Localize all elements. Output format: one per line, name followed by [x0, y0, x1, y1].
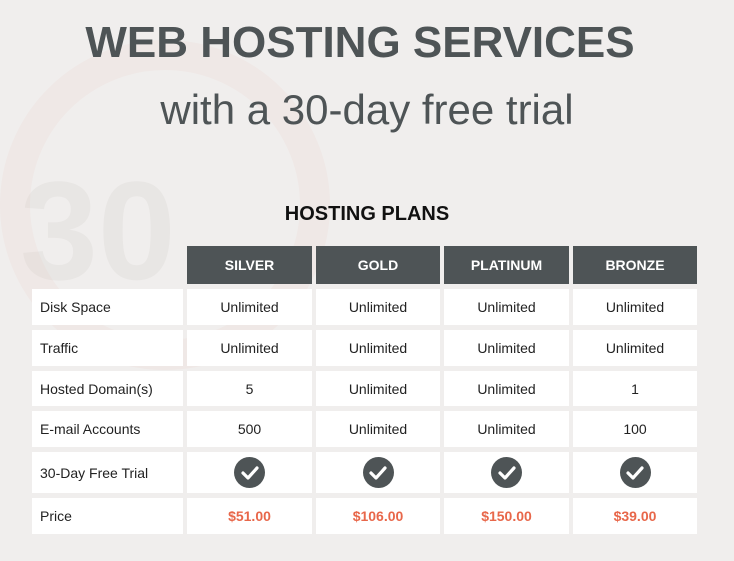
row-label: 30-Day Free Trial: [32, 452, 183, 493]
table-cell: Unlimited: [316, 330, 440, 366]
plan-header-gold: GOLD: [316, 246, 440, 284]
table-cell: 100: [573, 411, 697, 447]
table-cell: Unlimited: [187, 289, 312, 325]
row-label: Traffic: [32, 330, 183, 366]
header-blank: [32, 246, 183, 284]
table-cell: Unlimited: [316, 289, 440, 325]
check-cell: [573, 452, 697, 493]
table-cell: 1: [573, 371, 697, 406]
table-cell: Unlimited: [573, 289, 697, 325]
check-cell: [316, 452, 440, 493]
check-circle-icon: [491, 457, 522, 488]
plan-header-platinum: PLATINUM: [444, 246, 569, 284]
price-value: $39.00: [573, 498, 697, 534]
hosting-plans-table: SILVER GOLD PLATINUM BRONZE Disk Space Unlimi…: [32, 246, 697, 534]
table-cell: Unlimited: [444, 411, 569, 447]
table-title: HOSTING PLANS: [284, 203, 450, 225]
plan-header-silver: SILVER: [187, 246, 312, 284]
table-cell: Unlimited: [316, 411, 440, 447]
price-value: $106.00: [316, 498, 440, 534]
table-cell: 5: [187, 371, 312, 406]
row-label: Price: [32, 498, 183, 534]
table-cell: Unlimited: [444, 330, 569, 366]
page-subtitle: with a 30-day free trial: [160, 86, 574, 133]
table-cell: Unlimited: [316, 371, 440, 406]
price-value: $51.00: [187, 498, 312, 534]
table-cell: Unlimited: [187, 330, 312, 366]
row-label: Disk Space: [32, 289, 183, 325]
price-value: $150.00: [444, 498, 569, 534]
table-cell: 500: [187, 411, 312, 447]
check-circle-icon: [619, 457, 651, 488]
table-cell: Unlimited: [573, 330, 697, 366]
row-label: E-mail Accounts: [32, 411, 183, 447]
table-cell: Unlimited: [444, 371, 569, 406]
check-circle-icon: [234, 457, 265, 488]
row-label: Hosted Domain(s): [32, 371, 183, 406]
check-cell: [187, 452, 312, 493]
check-cell: [444, 452, 569, 493]
page-title: WEB HOSTING SERVICES: [85, 18, 635, 67]
plan-header-bronze: BRONZE: [573, 246, 697, 284]
table-cell: Unlimited: [444, 289, 569, 325]
check-circle-icon: [362, 457, 394, 488]
